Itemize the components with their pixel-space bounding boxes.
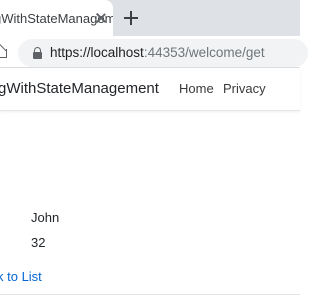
tab-strip: gWithStateManageme [0,0,300,36]
site-navbar: gWithStateManagement Home Privacy [0,69,300,111]
browser-toolbar: https://localhost:44353/welcome/get [0,36,308,68]
browser-tab[interactable]: gWithStateManageme [0,0,113,36]
url-text[interactable]: https://localhost:44353/welcome/get [50,45,265,60]
nav-link-privacy[interactable]: Privacy [223,81,266,96]
address-bar[interactable]: https://localhost:44353/welcome/get [18,39,308,67]
home-icon[interactable] [0,44,8,58]
nav-link-home[interactable]: Home [179,81,214,96]
back-to-list-link[interactable]: k to List [0,269,42,284]
close-icon[interactable] [95,12,107,24]
age-value: 32 [31,235,46,250]
footer-divider [0,294,300,295]
url-host: https://localhost [50,45,144,60]
new-tab-icon[interactable] [124,11,138,25]
name-value: John [31,210,60,225]
brand-link[interactable]: gWithStateManagement [0,80,159,97]
url-path: :44353/welcome/get [143,45,265,60]
lock-icon[interactable] [33,47,42,59]
